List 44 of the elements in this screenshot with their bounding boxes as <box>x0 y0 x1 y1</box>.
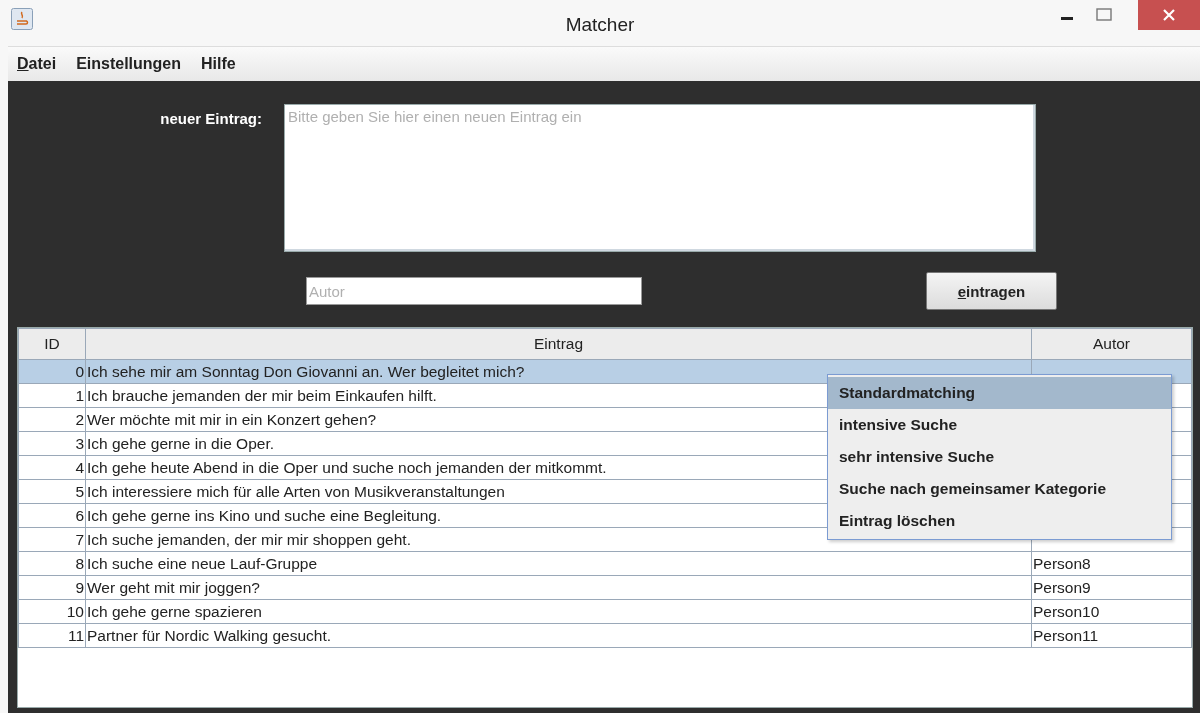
table-cell: 3 <box>75 434 84 452</box>
entry-field[interactable]: Bitte geben Sie hier einen neuen Eintrag ein <box>284 104 1036 252</box>
close-icon <box>1162 8 1176 22</box>
table-cell: Wer möchte mit mir in ein Konzert gehen? <box>87 410 377 428</box>
table-cell: Ich suche jemanden, der mir mir shoppen geht. <box>87 530 411 548</box>
table-cell: Person11 <box>1033 626 1099 644</box>
column-header[interactable]: Eintrag <box>85 328 1032 360</box>
table-cell: 0 <box>75 362 84 380</box>
column-header[interactable]: Autor <box>1031 328 1192 360</box>
table-cell: 11 <box>67 626 84 644</box>
table-cell: Partner für Nordic Walking gesucht. <box>87 626 332 644</box>
menu-item[interactable]: Hilfe <box>201 55 236 73</box>
table-cell: Ich suche eine neue Lauf-Gruppe <box>87 554 318 572</box>
window-title: Matcher <box>564 14 636 36</box>
close-button[interactable] <box>1138 0 1200 30</box>
column-header[interactable]: ID <box>18 328 86 360</box>
context-menu-item[interactable]: Standardmatching <box>828 377 1171 409</box>
table-cell: Person8 <box>1033 554 1091 572</box>
maximize-icon[interactable] <box>1096 8 1112 22</box>
table-cell: Person10 <box>1033 602 1100 620</box>
table-cell: 7 <box>75 530 84 548</box>
table-cell: Person9 <box>1033 578 1091 596</box>
table-cell: Ich brauche jemanden der mir beim Einkaufen hilft. <box>87 386 437 404</box>
entry-label: neuer Eintrag: <box>159 109 263 129</box>
table-cell: Wer geht mit mir joggen? <box>87 578 260 596</box>
table-cell: 5 <box>75 482 84 500</box>
table-cell: Ich gehe heute Abend in die Oper und suche noch jemanden der mitkommt. <box>87 458 607 476</box>
table-cell: 9 <box>75 578 84 596</box>
table-cell: 6 <box>75 506 84 524</box>
menu-item[interactable]: Einstellungen <box>76 55 182 73</box>
table-cell: Ich gehe gerne ins Kino und suche eine Begleitung. <box>87 506 442 524</box>
table-cell: 8 <box>75 554 84 572</box>
table-cell: 10 <box>66 602 84 620</box>
table-cell: Ich interessiere mich für alle Arten von Musikveranstaltungen <box>87 482 505 500</box>
table-cell: 1 <box>75 386 84 404</box>
table-cell: 2 <box>75 410 84 428</box>
menu-item[interactable]: Datei <box>17 55 57 73</box>
table-cell: Ich gehe gerne in die Oper. <box>87 434 274 452</box>
table-cell: 4 <box>75 458 84 476</box>
java-cup-icon <box>11 8 33 30</box>
table-cell: Ich gehe gerne spazieren <box>87 602 262 620</box>
submit-button[interactable]: eintragen <box>926 272 1057 310</box>
author-field[interactable]: Autor <box>306 277 642 305</box>
table-cell: Ich sehe mir am Sonntag Don Giovanni an. Wer begleitet mich? <box>87 362 525 380</box>
